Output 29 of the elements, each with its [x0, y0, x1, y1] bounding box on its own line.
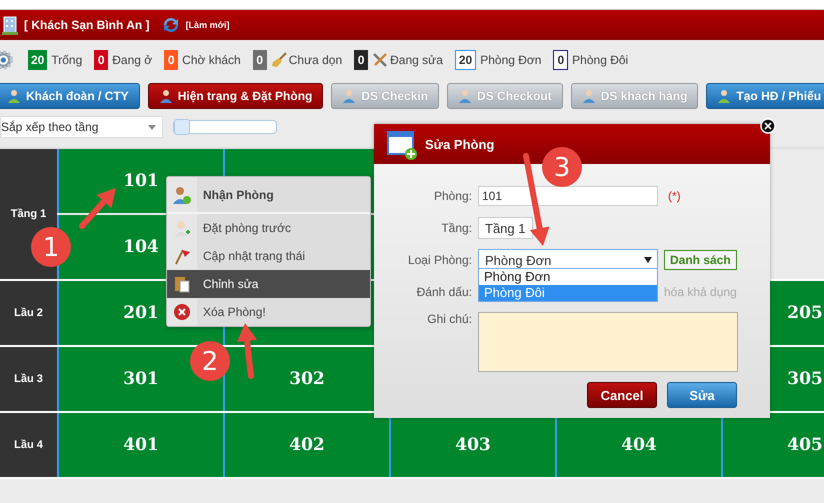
status-label: Đang ở — [112, 53, 152, 67]
status-label: Trống — [51, 53, 82, 67]
step-number-overlay: 2 — [190, 341, 230, 381]
status-label: Đang sửa — [390, 53, 443, 67]
status-count: 0 — [354, 50, 368, 70]
field-label: Phòng: — [432, 189, 472, 203]
field-label: Loại Phòng: — [406, 253, 472, 267]
required-mark: (*) — [668, 189, 681, 203]
status-count: 0 — [553, 50, 568, 70]
status-label: Chưa dọn — [288, 53, 342, 67]
status-count: 20 — [28, 50, 48, 70]
status-count: 20 — [454, 50, 476, 70]
step-number-overlay: 3 — [542, 147, 582, 187]
hotel-name: [ Khách Sạn Bình An ] — [24, 18, 150, 32]
floor-label: Lầu 3 — [0, 347, 57, 411]
dialog-title: Sửa Phòng — [425, 136, 494, 152]
step-number-overlay: 1 — [31, 227, 71, 267]
status-count: 0 — [252, 50, 267, 70]
status-label: Phòng Đơn — [480, 53, 542, 67]
floor-label: Lầu 2 — [0, 281, 57, 345]
field-label: Ghi chú: — [426, 312, 472, 326]
status-count: 0 — [164, 50, 178, 70]
status-label: Chờ khách — [182, 53, 241, 67]
floor-label: Lầu 4 — [0, 413, 57, 477]
field-label: Đánh dấu: — [416, 285, 472, 299]
field-label: Tầng: — [440, 221, 472, 235]
status-count: 0 — [94, 50, 108, 70]
status-label: Phòng Đôi — [572, 53, 628, 67]
checkbox-label: hóa khả dụng — [664, 285, 737, 299]
